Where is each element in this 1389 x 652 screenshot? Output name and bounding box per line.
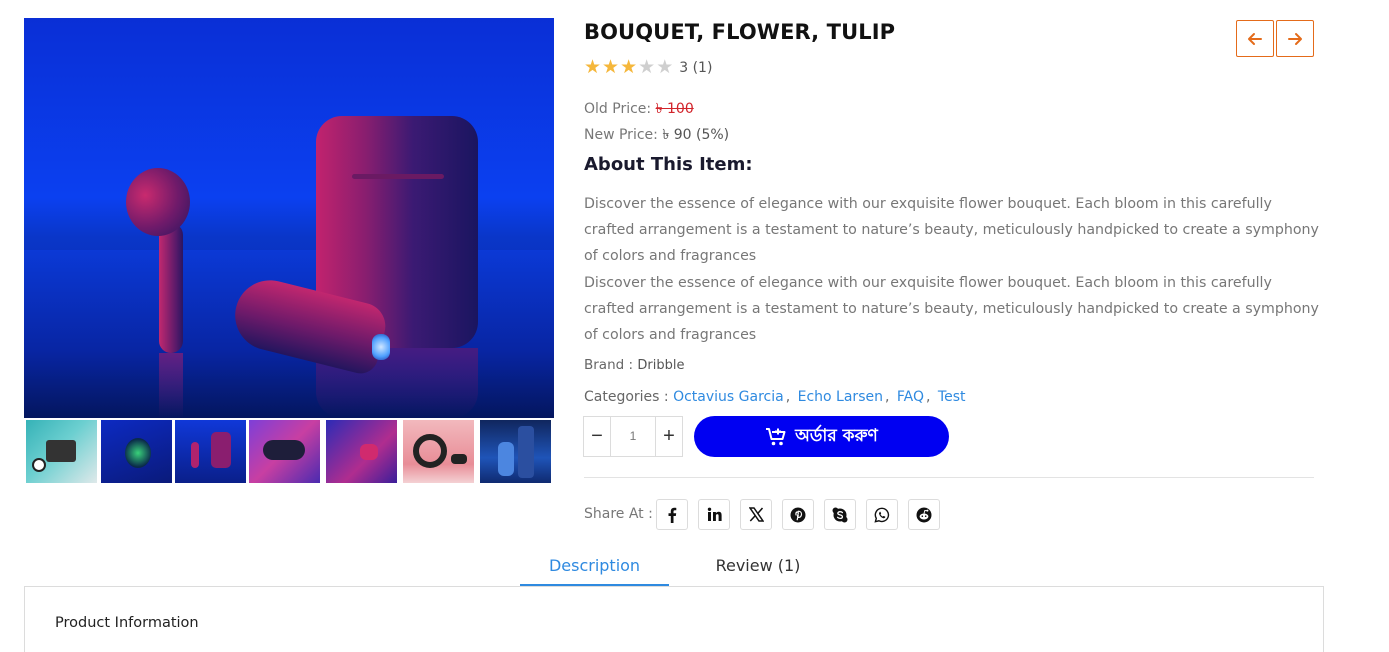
categories: Categories : Octavius Garcia, Echo Larse… (584, 389, 966, 405)
share-facebook-button[interactable] (656, 499, 688, 530)
reddit-icon (916, 507, 932, 522)
thumbnail-6[interactable] (403, 420, 474, 483)
rating-count: 3 (1) (679, 59, 713, 76)
thumbnail-2[interactable] (101, 420, 172, 483)
tab-review[interactable]: Review (1) (700, 556, 816, 586)
quantity-stepper: − 1 + (583, 416, 683, 457)
quantity-increment-button[interactable]: + (655, 417, 682, 456)
thumbnail-5[interactable] (326, 420, 397, 483)
earbud-left (159, 223, 183, 353)
linkedin-icon (707, 507, 722, 521)
old-price: Old Price: ৳ 100 (584, 101, 694, 117)
quantity-input[interactable]: 1 (611, 417, 655, 456)
panel-title: Product Information (55, 615, 199, 631)
previous-product-button[interactable] (1236, 20, 1274, 57)
star-icon: ★ (620, 57, 638, 78)
star-icon: ★ (602, 57, 620, 78)
rating: ★ ★ ★ ★ ★ 3 (1) (584, 58, 712, 77)
share-label: Share At : (584, 506, 653, 522)
product-main-image[interactable] (24, 18, 554, 418)
category-link[interactable]: FAQ (897, 389, 924, 405)
order-button-label: অর্ডার করুণ (795, 425, 878, 446)
arrow-left-icon (1248, 33, 1262, 45)
skype-icon (832, 507, 848, 522)
whatsapp-icon (874, 507, 890, 523)
order-button[interactable]: অর্ডার করুণ (694, 416, 949, 457)
tab-description[interactable]: Description (520, 556, 669, 586)
share-reddit-button[interactable] (908, 499, 940, 530)
product-description: Discover the essence of elegance with ou… (584, 191, 1324, 348)
thumbnail-4[interactable] (249, 420, 320, 483)
category-link[interactable]: Echo Larsen (798, 389, 883, 405)
next-product-button[interactable] (1276, 20, 1314, 57)
share-skype-button[interactable] (824, 499, 856, 530)
arrow-right-icon (1288, 33, 1302, 45)
brand: Brand : Dribble (584, 357, 685, 373)
star-icon: ★ (584, 57, 602, 78)
description-panel: Product Information (24, 586, 1324, 652)
quantity-decrement-button[interactable]: − (584, 417, 611, 456)
share-linkedin-button[interactable] (698, 499, 730, 530)
product-title: BOUQUET, FLOWER, TULIP (584, 20, 896, 44)
star-empty-icon: ★ (638, 57, 656, 78)
brand-value: Dribble (637, 358, 685, 373)
share-whatsapp-button[interactable] (866, 499, 898, 530)
star-empty-icon: ★ (656, 57, 674, 78)
facebook-icon (668, 507, 677, 523)
thumbnail-1[interactable] (26, 420, 97, 483)
new-price-value: ৳ 90 (5%) (662, 127, 730, 143)
cart-plus-icon (766, 427, 786, 445)
about-heading: About This Item: (584, 154, 753, 175)
share-x-button[interactable] (740, 499, 772, 530)
thumbnail-strip (26, 420, 554, 483)
description-paragraph: Discover the essence of elegance with ou… (584, 196, 1319, 265)
pinterest-icon (790, 507, 806, 522)
x-icon (748, 507, 764, 522)
old-price-value: ৳ 100 (655, 101, 694, 117)
new-price: New Price: ৳ 90 (5%) (584, 127, 730, 143)
share-pinterest-button[interactable] (782, 499, 814, 530)
divider (584, 477, 1314, 478)
category-link[interactable]: Test (938, 389, 966, 405)
thumbnail-3[interactable] (175, 420, 246, 483)
category-link[interactable]: Octavius Garcia (673, 389, 784, 405)
thumbnail-7[interactable] (480, 420, 551, 483)
description-paragraph: Discover the essence of elegance with ou… (584, 274, 1319, 344)
